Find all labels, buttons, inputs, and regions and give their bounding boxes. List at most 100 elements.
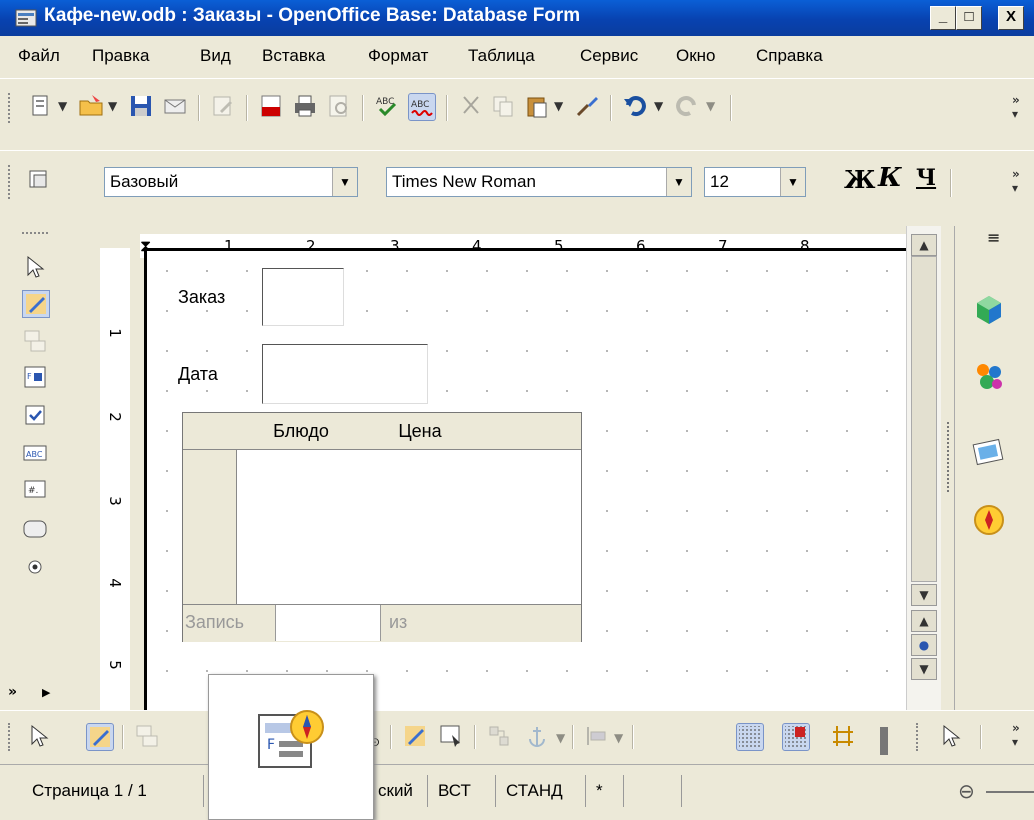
menu-tools[interactable]: Сервис xyxy=(580,46,638,66)
underline-button[interactable]: Ч xyxy=(916,165,936,191)
select-pointer-icon[interactable] xyxy=(22,254,48,280)
control-wizard-icon[interactable] xyxy=(134,723,160,749)
select-pointer-icon[interactable] xyxy=(26,723,52,749)
push-button-icon[interactable] xyxy=(22,516,48,542)
record-number-field[interactable] xyxy=(275,605,381,641)
scroll-up-button[interactable]: ▲ xyxy=(911,234,937,256)
bold-button[interactable]: Ж xyxy=(844,165,876,194)
chevron-down-icon[interactable]: ▼ xyxy=(58,99,67,113)
sidebar-splitter[interactable] xyxy=(947,422,955,492)
text-box-icon[interactable]: ABC xyxy=(22,440,48,466)
paste-icon[interactable] xyxy=(524,93,550,119)
tab-order-icon[interactable] xyxy=(486,723,512,749)
formatted-field-icon[interactable]: #. xyxy=(22,476,48,502)
table-control[interactable]: Блюдо Цена Запись из xyxy=(182,412,582,642)
design-mode-icon[interactable] xyxy=(402,723,428,749)
open-folder-icon[interactable] xyxy=(78,93,104,119)
zoom-slider[interactable] xyxy=(986,791,1034,793)
picture-icon[interactable] xyxy=(971,434,1007,470)
menu-edit[interactable]: Правка xyxy=(92,46,149,66)
scroll-thumb[interactable] xyxy=(911,256,937,582)
styles-icon[interactable] xyxy=(26,167,52,193)
menu-format[interactable]: Формат xyxy=(368,46,428,66)
pdf-icon[interactable] xyxy=(258,93,284,119)
chevron-down-icon[interactable]: ▼ xyxy=(780,168,805,196)
selection-mode-status[interactable]: СТАНД xyxy=(498,775,586,807)
menu-view[interactable]: Вид xyxy=(200,46,231,66)
overflow-icon[interactable]: » ▾ xyxy=(1012,721,1020,749)
chevron-right-icon[interactable]: ▶ xyxy=(42,686,50,699)
cut-icon[interactable] xyxy=(458,93,484,119)
overflow-icon[interactable]: » ▾ xyxy=(1012,93,1020,121)
vertical-scrollbar[interactable]: ▲ ▼ ▲ ● ▼ xyxy=(906,226,941,710)
chevron-down-icon[interactable]: ▼ xyxy=(108,99,117,113)
menu-help[interactable]: Справка xyxy=(756,46,823,66)
display-grid-icon[interactable] xyxy=(736,723,764,751)
order-field[interactable] xyxy=(262,268,344,326)
close-button[interactable]: X xyxy=(998,6,1024,30)
print-preview-icon[interactable] xyxy=(326,93,352,119)
italic-button[interactable]: К xyxy=(878,163,902,193)
undo-icon[interactable] xyxy=(622,93,648,119)
menu-icon[interactable]: ≡ xyxy=(987,228,1000,247)
helplines-icon[interactable] xyxy=(830,723,856,749)
control-wizard-icon[interactable] xyxy=(22,328,48,354)
design-mode-icon[interactable] xyxy=(86,723,114,751)
font-select[interactable]: Times New Roman ▼ xyxy=(386,167,692,197)
navigator-icon[interactable] xyxy=(971,502,1007,538)
overflow-icon[interactable]: » ▾ xyxy=(1012,167,1020,195)
chevron-down-icon[interactable]: ▼ xyxy=(556,731,565,745)
save-icon[interactable] xyxy=(128,93,154,119)
navigator-button[interactable]: ● xyxy=(911,634,937,656)
vertical-ruler[interactable]: 1 2 3 4 5 xyxy=(100,248,130,710)
form-navigator-icon[interactable] xyxy=(438,723,464,749)
spellcheck-icon[interactable]: ABC xyxy=(374,93,400,119)
autospell-icon[interactable]: ABC xyxy=(408,93,436,121)
gallery-cube-icon[interactable] xyxy=(971,292,1007,328)
date-field[interactable] xyxy=(262,344,428,404)
insert-mode-status[interactable]: ВСТ xyxy=(430,775,496,807)
menu-insert[interactable]: Вставка xyxy=(262,46,325,66)
next-page-button[interactable]: ▼ xyxy=(911,658,937,680)
copy-icon[interactable] xyxy=(490,93,516,119)
menu-window[interactable]: Окно xyxy=(676,46,716,66)
checkbox-icon[interactable] xyxy=(22,402,48,428)
language-status[interactable]: ский xyxy=(370,775,428,807)
chevron-down-icon[interactable]: ▼ xyxy=(706,99,715,113)
alignment-icon[interactable] xyxy=(584,723,610,749)
anchor-icon[interactable] xyxy=(524,723,550,749)
maximize-button[interactable]: □ xyxy=(956,6,982,30)
column-header-dish[interactable]: Блюдо xyxy=(237,413,366,450)
design-mode-icon[interactable] xyxy=(22,290,50,318)
size-select[interactable]: 12 ▼ xyxy=(704,167,806,197)
chevron-down-icon[interactable]: ▼ xyxy=(332,168,357,196)
email-icon[interactable] xyxy=(162,93,188,119)
chevron-down-icon[interactable]: ▼ xyxy=(614,731,623,745)
chevron-down-icon[interactable]: ▼ xyxy=(554,99,563,113)
toolbar-grip[interactable] xyxy=(916,723,922,751)
snap-to-grid-icon[interactable] xyxy=(782,723,810,751)
menu-table[interactable]: Таблица xyxy=(468,46,535,66)
select-pointer-icon[interactable] xyxy=(938,723,964,749)
redo-icon[interactable] xyxy=(674,93,700,119)
form-design-icon[interactable]: F xyxy=(22,364,48,390)
scroll-down-button[interactable]: ▼ xyxy=(911,584,937,606)
new-document-icon[interactable] xyxy=(28,93,54,119)
zoom-out-icon[interactable]: ⊖ xyxy=(958,779,975,803)
print-icon[interactable] xyxy=(292,93,318,119)
chevron-down-icon[interactable]: ▼ xyxy=(654,99,663,113)
minimize-button[interactable]: _ xyxy=(930,6,956,30)
chevron-down-icon[interactable]: ▼ xyxy=(666,168,691,196)
theme-icon[interactable] xyxy=(971,358,1007,394)
toolbar-grip[interactable] xyxy=(8,723,14,751)
toolbar-grip[interactable] xyxy=(8,93,14,123)
style-select[interactable]: Базовый ▼ xyxy=(104,167,358,197)
clone-format-icon[interactable] xyxy=(574,93,600,119)
more-tools-icon[interactable]: » xyxy=(8,684,17,700)
column-header-price[interactable]: Цена xyxy=(365,413,476,450)
menu-file[interactable]: Файл xyxy=(18,46,60,66)
toolbar-grip[interactable] xyxy=(8,165,14,199)
option-button-icon[interactable] xyxy=(22,554,48,580)
previous-page-button[interactable]: ▲ xyxy=(911,610,937,632)
edit-icon[interactable] xyxy=(210,93,236,119)
